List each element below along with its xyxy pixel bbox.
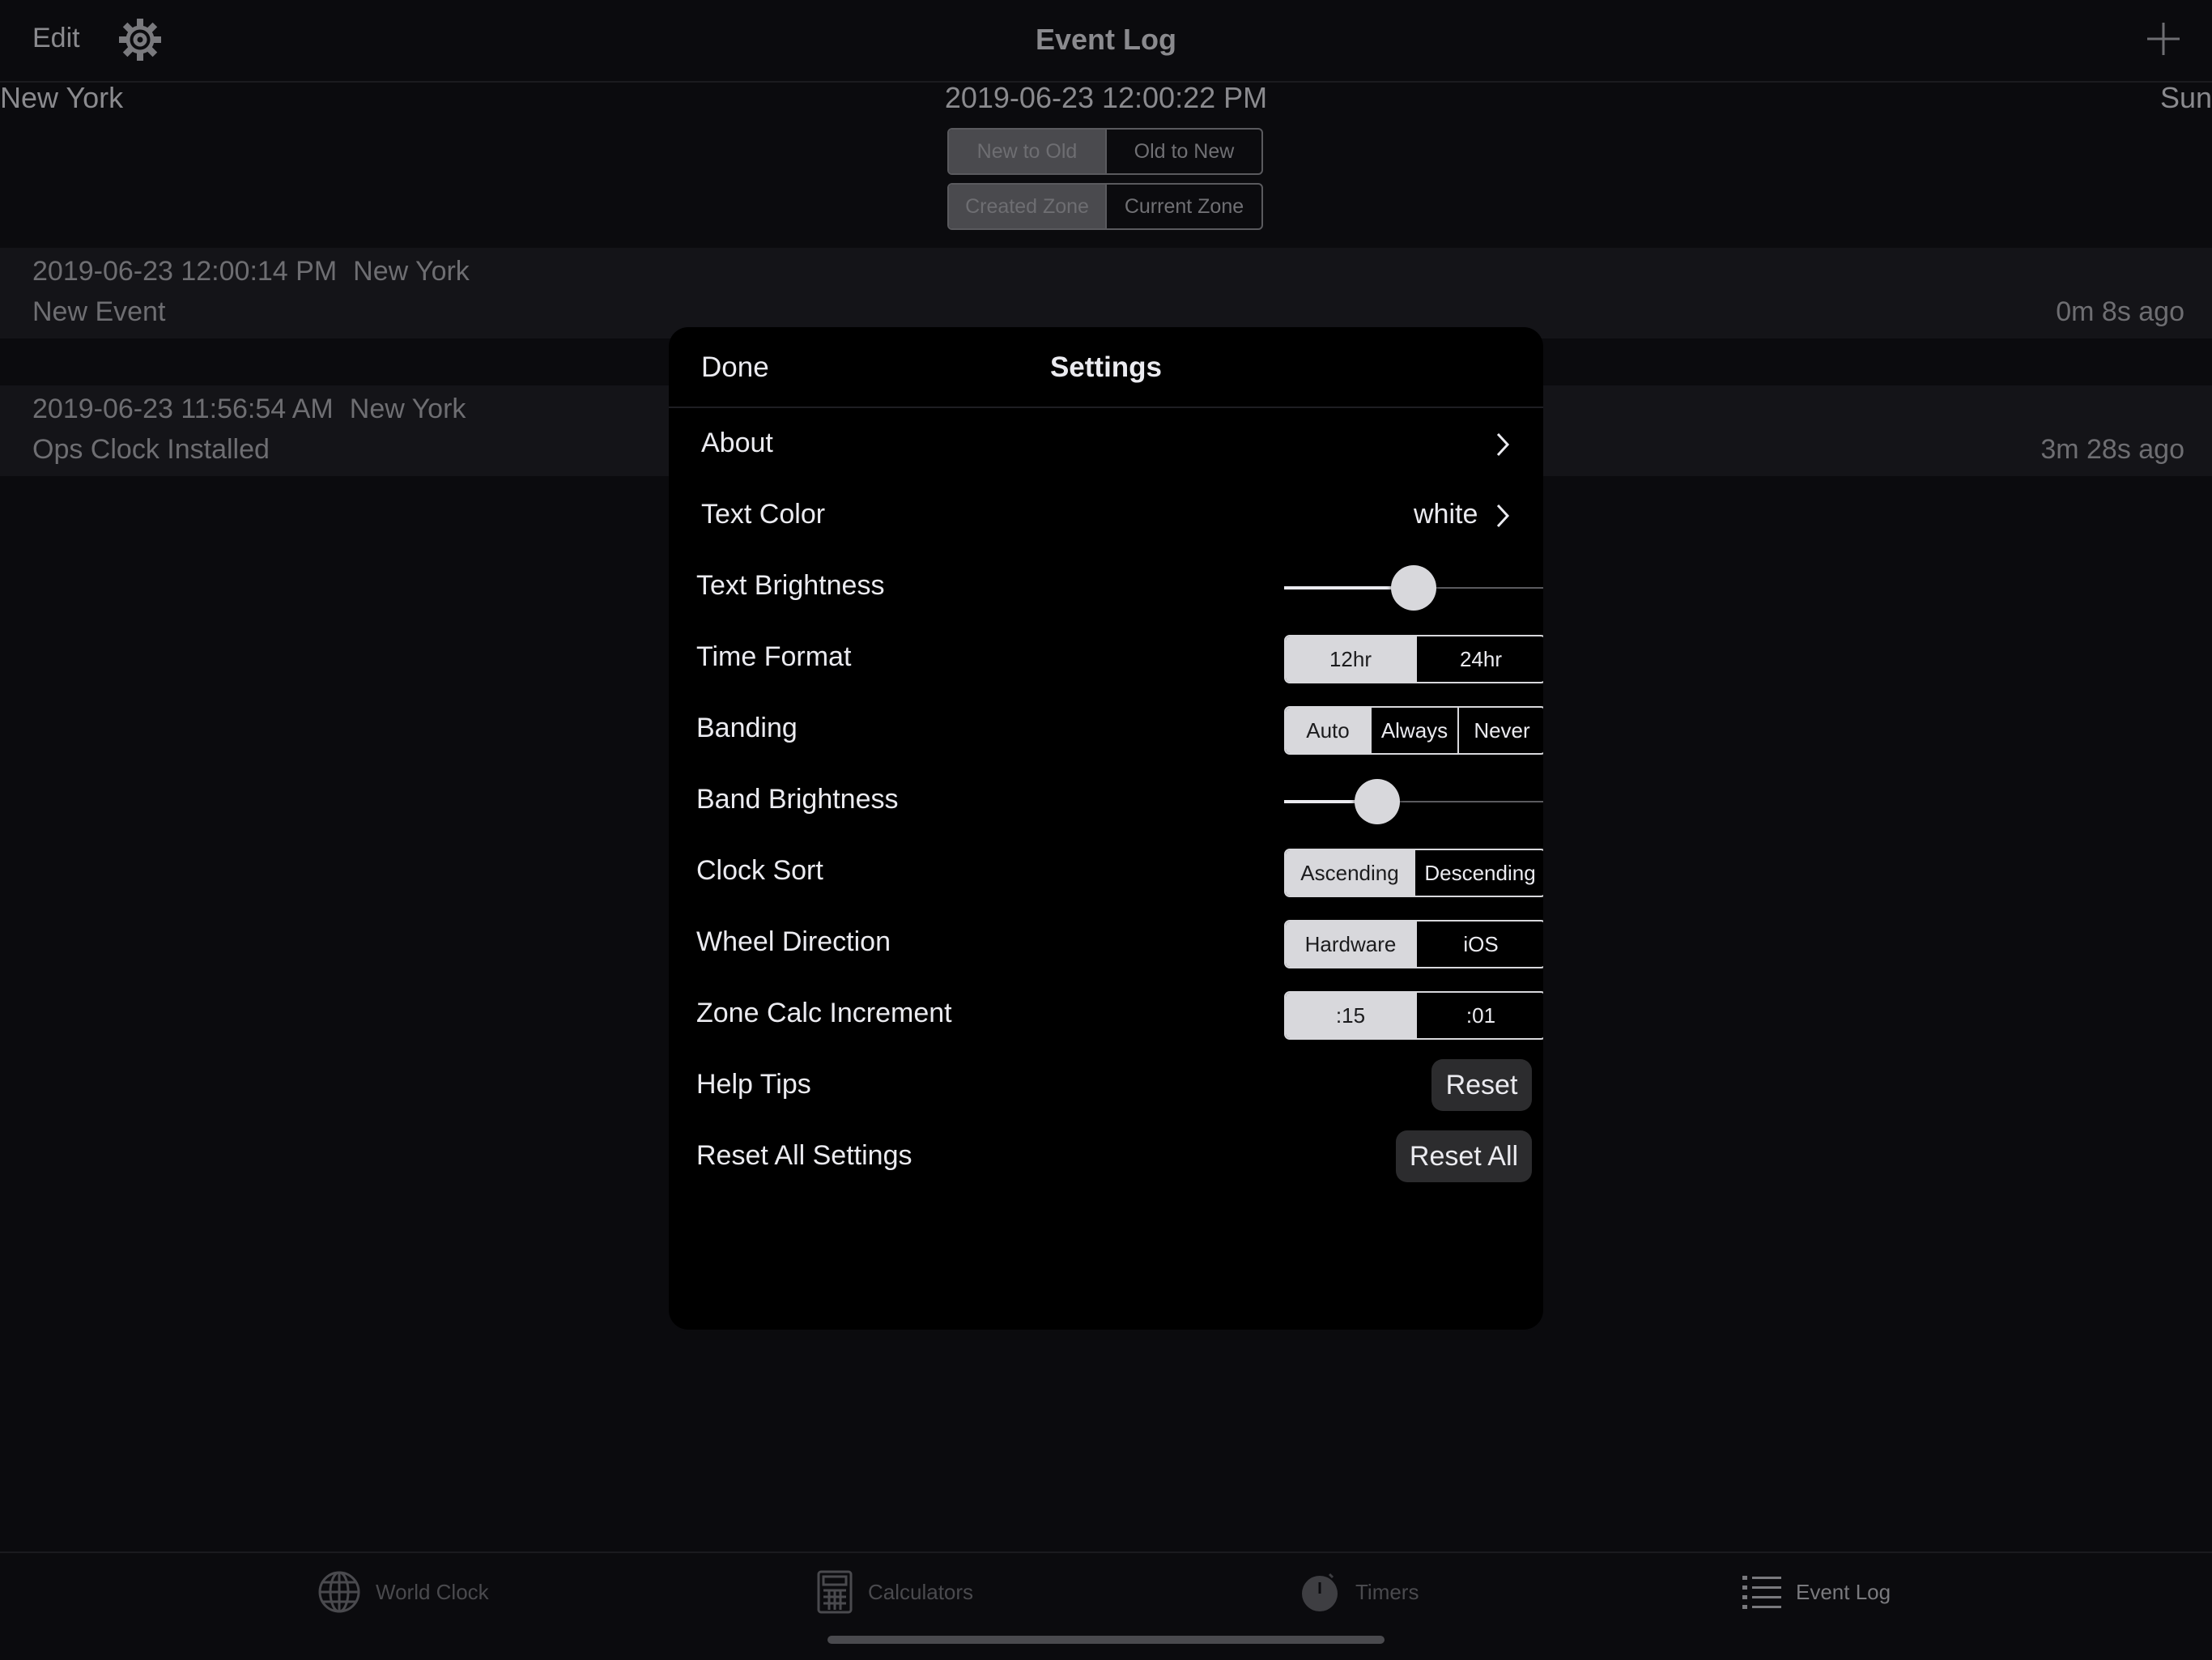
wheel-direction-hardware[interactable]: Hardware [1286,922,1417,967]
reset-help-tips-button[interactable]: Reset [1431,1059,1532,1111]
chevron-right-icon [1496,504,1510,528]
zone-mode-control[interactable]: Created Zone Current Zone [947,183,1263,230]
text-brightness-slider[interactable] [1284,565,1543,611]
sort-new-to-old[interactable]: New to Old [949,130,1107,173]
calculator-icon [817,1570,853,1614]
text-color-label: Text Color [701,499,826,530]
zone-created[interactable]: Created Zone [949,185,1107,228]
time-format-label: Time Format [696,641,852,672]
time-format-12hr[interactable]: 12hr [1286,636,1417,682]
event-city: New York [349,394,466,424]
about-row[interactable] [669,418,1543,475]
tab-event-log[interactable]: Event Log [1742,1571,1891,1613]
settings-title: Settings [1049,351,1163,383]
time-format-24hr[interactable]: 24hr [1417,636,1543,682]
page-title: Event Log [1035,23,1176,56]
tab-timers[interactable]: Timers [1299,1571,1419,1613]
reset-all-button[interactable]: Reset All [1396,1130,1532,1182]
zone-current[interactable]: Current Zone [1107,185,1261,228]
slider-knob[interactable] [1355,779,1401,824]
tab-label: Calculators [868,1579,974,1604]
tab-label: World Clock [376,1579,489,1604]
clock-sort-label: Clock Sort [696,855,823,886]
tab-world-clock[interactable]: World Clock [317,1571,489,1613]
plus-icon[interactable] [2146,18,2181,60]
text-color-value: white [1414,499,1478,530]
banding-control[interactable]: Auto Always Never [1284,706,1543,755]
zone-calc-increment-control[interactable]: :15 :01 [1284,991,1543,1040]
sort-old-to-new[interactable]: Old to New [1107,130,1261,173]
text-brightness-label: Text Brightness [696,570,885,601]
zone-calc-15[interactable]: :15 [1286,993,1417,1038]
help-tips-label: Help Tips [696,1069,811,1100]
clock-sort-descending[interactable]: Descending [1415,850,1543,896]
sort-order-control[interactable]: New to Old Old to New [947,128,1263,175]
list-icon [1742,1576,1781,1609]
settings-modal: Done Settings About Text Color white Tex… [669,327,1543,1330]
wheel-direction-ios[interactable]: iOS [1417,922,1543,967]
event-title: Ops Clock Installed [32,434,270,465]
zone-calc-increment-label: Zone Calc Increment [696,998,952,1028]
slider-knob[interactable] [1391,565,1436,611]
event-ago: 3m 28s ago [2040,434,2184,465]
globe-icon [318,1571,360,1613]
zone-calc-01[interactable]: :01 [1417,993,1543,1038]
event-meta: 2019-06-23 11:56:54 AM New York [32,394,466,425]
wheel-direction-control[interactable]: Hardware iOS [1284,920,1543,968]
timer-icon [1302,1573,1338,1611]
banding-always[interactable]: Always [1372,708,1459,753]
time-format-control[interactable]: 12hr 24hr [1284,635,1543,683]
tab-calculators[interactable]: Calculators [816,1570,974,1614]
band-brightness-label: Band Brightness [696,784,899,815]
event-timestamp: 2019-06-23 11:56:54 AM [32,394,334,424]
banding-never[interactable]: Never [1459,708,1543,753]
band-brightness-slider[interactable] [1284,779,1543,824]
banding-auto[interactable]: Auto [1286,708,1372,753]
reset-all-settings-label: Reset All Settings [696,1140,912,1171]
about-label: About [701,428,773,458]
clock-sort-ascending[interactable]: Ascending [1286,850,1415,896]
clock-day: Sun [2160,81,2212,114]
event-title: New Event [32,296,166,327]
chevron-right-icon [1496,432,1510,457]
tab-label: Event Log [1796,1579,1891,1604]
tab-label: Timers [1355,1579,1419,1604]
event-city: New York [353,256,470,287]
event-meta: 2019-06-23 12:00:14 PM New York [32,256,470,287]
event-ago: 0m 8s ago [2056,296,2184,327]
banding-label: Banding [696,713,798,743]
clock-time: 2019-06-23 12:00:22 PM [944,81,1268,114]
wheel-direction-label: Wheel Direction [696,926,891,957]
clock-sort-control[interactable]: Ascending Descending [1284,849,1543,897]
home-indicator[interactable] [827,1636,1385,1644]
event-timestamp: 2019-06-23 12:00:14 PM [32,256,338,287]
